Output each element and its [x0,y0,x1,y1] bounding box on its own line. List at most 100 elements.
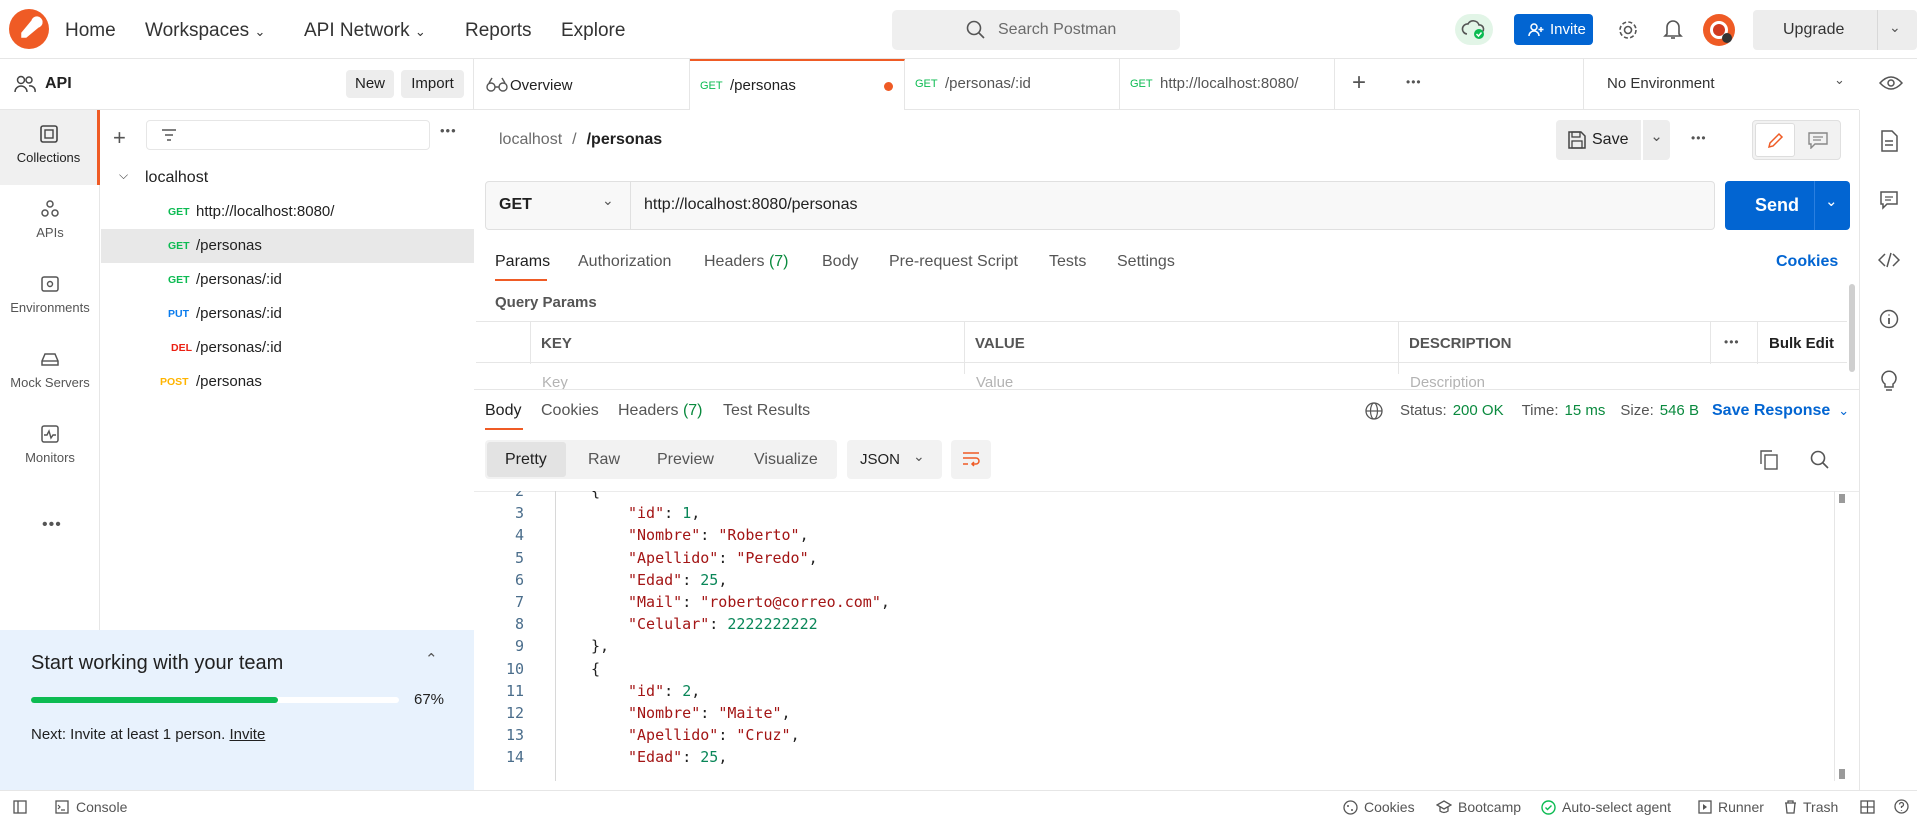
comment-mode-icon[interactable] [1808,132,1828,149]
request-item[interactable]: POST /personas [101,365,474,399]
format-select[interactable]: JSON ⌄ [847,440,942,479]
gear-icon[interactable] [1617,19,1639,41]
auto-select-agent-button[interactable]: Auto-select agent [1541,799,1671,815]
request-item[interactable]: GET /personas/:id [101,263,474,297]
url-input[interactable]: http://localhost:8080/personas [644,196,857,214]
chevron-down-icon[interactable]: ⌄ [1889,19,1901,36]
tab-get-personas-id[interactable]: GET /personas/:id [905,59,1120,110]
lightbulb-icon[interactable] [1880,369,1898,391]
rail-environments[interactable]: Environments [0,260,100,335]
eye-icon[interactable] [1879,74,1903,92]
tab-pre-request-script[interactable]: Pre-request Script [889,253,1018,271]
tab-settings[interactable]: Settings [1117,253,1175,271]
tab-authorization[interactable]: Authorization [578,253,671,271]
request-item[interactable]: PUT /personas/:id [101,297,474,331]
import-button[interactable]: Import [401,70,464,98]
nav-workspaces[interactable]: Workspaces ⌄ [145,20,265,42]
tab-body[interactable]: Body [822,253,858,271]
new-button[interactable]: New [346,70,394,98]
rail-monitors[interactable]: Monitors [0,410,100,485]
more-icon[interactable]: ••• [42,516,62,534]
wrap-lines-button[interactable] [951,440,991,479]
collapse-icon[interactable]: ⌃ [425,650,438,668]
comments-icon[interactable] [1879,190,1899,210]
tab-headers[interactable]: Headers (7) [704,253,789,271]
nav-explore[interactable]: Explore [561,20,625,42]
view-pretty-button[interactable]: Pretty [487,442,566,477]
save-button[interactable]: Save [1556,120,1641,160]
tab-params[interactable]: Params [495,253,550,271]
globe-icon[interactable] [1365,402,1383,420]
breadcrumb-current[interactable]: /personas [587,131,663,149]
request-item[interactable]: GET /personas [101,229,474,263]
code-icon[interactable] [1878,252,1900,268]
sync-status-icon[interactable] [1455,14,1493,45]
tab-overview[interactable]: Overview [474,59,690,110]
status-value[interactable]: 200 OK [1453,402,1504,419]
save-response-button[interactable]: Save Response ⌄ [1712,402,1849,420]
two-pane-icon[interactable] [1860,800,1875,814]
view-visualize-button[interactable]: Visualize [754,451,818,469]
response-body-editor[interactable]: 2 {3 "id": 1, 4 "Nombre": "Roberto", 5 "Apelli… [474,491,1834,781]
tab-get-personas[interactable]: GET /personas [690,59,905,110]
nav-reports[interactable]: Reports [465,20,532,42]
response-tab-headers[interactable]: Headers (7) [618,402,703,420]
documentation-icon[interactable] [1880,130,1898,152]
size-value[interactable]: 546 B [1660,402,1699,419]
rail-mock-servers[interactable]: Mock Servers [0,335,100,410]
copy-icon[interactable] [1760,450,1778,470]
info-icon[interactable] [1879,309,1899,329]
tab-tests[interactable]: Tests [1049,253,1086,271]
help-icon[interactable] [1894,799,1909,814]
scrollbar[interactable] [1849,284,1855,372]
trash-button[interactable]: Trash [1784,799,1838,815]
new-tab-icon[interactable]: + [1352,69,1366,97]
more-tabs-icon[interactable]: ••• [1406,75,1422,89]
postman-logo[interactable] [9,9,49,49]
send-button[interactable]: Send ⌄ [1725,181,1850,230]
tab-get-localhost[interactable]: GET http://localhost:8080/ [1120,59,1335,110]
nav-api-network[interactable]: API Network ⌄ [304,20,426,42]
method-select[interactable]: GET ⌄ [486,182,631,229]
view-raw-button[interactable]: Raw [588,451,620,469]
response-tab-body[interactable]: Body [485,402,521,420]
avatar[interactable] [1703,14,1735,46]
invite-link[interactable]: Invite [229,726,265,743]
cookies-link[interactable]: Cookies [1776,253,1838,271]
console-button[interactable]: Console [55,799,127,815]
bell-icon[interactable] [1663,18,1683,40]
scrollbar-down[interactable] [1839,769,1845,779]
pencil-icon [1767,132,1784,149]
rail-apis[interactable]: APIs [0,185,100,260]
rail-collections[interactable]: Collections [0,110,100,185]
response-tab-test-results[interactable]: Test Results [723,402,810,420]
request-item[interactable]: DEL /personas/:id [101,331,474,365]
environment-select[interactable]: No Environment ⌄ [1583,59,1859,110]
search-icon[interactable] [1810,450,1830,470]
sidebar-toggle-icon[interactable] [13,800,27,814]
more-options-icon[interactable]: ••• [1724,335,1740,349]
add-icon[interactable]: + [113,125,126,151]
request-item[interactable]: GET http://localhost:8080/ [101,195,474,229]
nav-home[interactable]: Home [65,20,116,42]
runner-button[interactable]: Runner [1698,799,1764,815]
bootcamp-button[interactable]: Bootcamp [1436,799,1521,815]
scrollbar-up[interactable] [1839,494,1845,503]
save-options-button[interactable]: ⌄ [1643,120,1670,160]
chevron-down-icon[interactable]: ⌄ [1825,192,1838,210]
breadcrumb-parent[interactable]: localhost [499,131,562,149]
invite-button[interactable]: Invite [1514,14,1593,45]
upgrade-button[interactable]: Upgrade ⌄ [1753,10,1917,50]
collection-localhost[interactable]: ⌵ localhost [101,161,474,195]
code-token: "Nombre" [628,526,701,545]
filter-input[interactable] [146,120,430,150]
more-options-icon[interactable]: ••• [440,123,457,138]
time-value[interactable]: 15 ms [1565,402,1606,419]
edit-mode-button[interactable] [1755,123,1795,157]
response-tab-cookies[interactable]: Cookies [541,402,599,420]
bulk-edit-button[interactable]: Bulk Edit [1769,335,1834,352]
view-preview-button[interactable]: Preview [657,451,714,469]
cookies-button[interactable]: Cookies [1343,799,1415,815]
more-options-icon[interactable]: ••• [1691,131,1707,145]
search-input[interactable]: Search Postman [892,10,1180,50]
